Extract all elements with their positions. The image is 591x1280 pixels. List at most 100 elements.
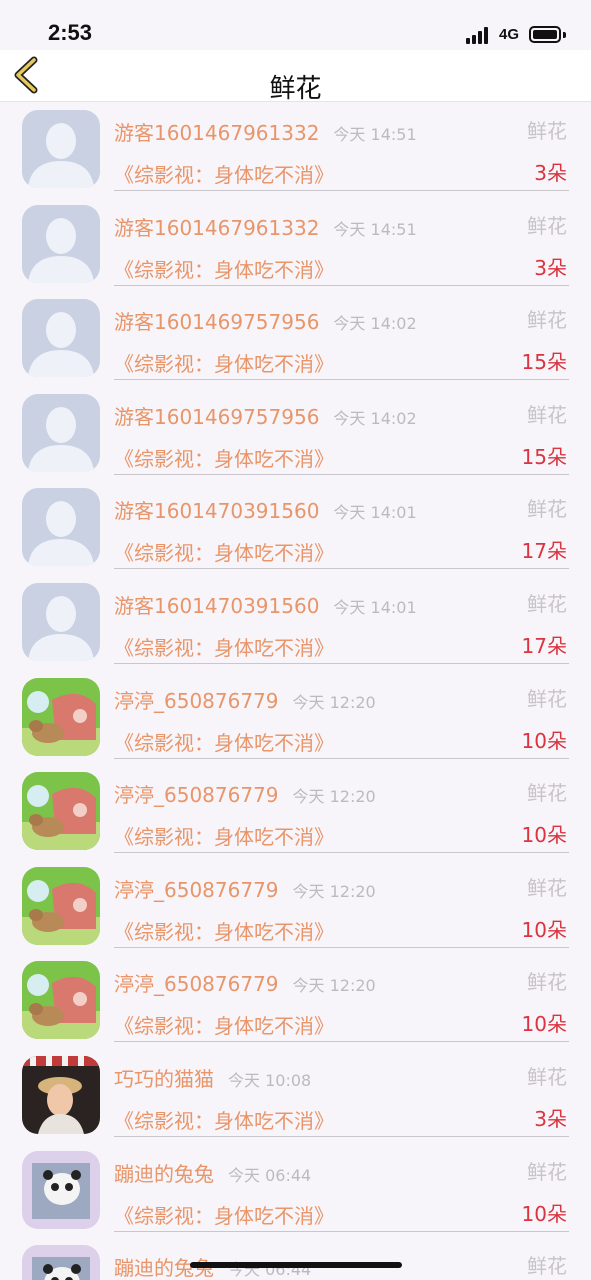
divider xyxy=(114,852,569,854)
panda-photo xyxy=(22,1245,100,1280)
user-name: 游客1601469757956 今天 14:02 xyxy=(114,306,417,335)
divider xyxy=(114,946,569,948)
gift-count: 15朵 xyxy=(521,444,567,469)
list-item[interactable]: 渟渟_650876779 今天 12:20 鲜花 《综影视：身体吃不消》 10朵 xyxy=(0,764,591,859)
divider xyxy=(114,568,569,570)
home-indicator[interactable] xyxy=(190,1262,402,1268)
rabbit-photo xyxy=(22,677,100,756)
avatar[interactable] xyxy=(22,110,100,188)
user-name-text: 渟渟_650876779 xyxy=(114,688,279,713)
rabbit-photo xyxy=(22,961,100,1040)
list-item[interactable]: 游客1601470391560 今天 14:01 鲜花 《综影视：身体吃不消》 17朵 xyxy=(0,575,591,670)
list-item[interactable]: 蹦迪的兔兔 今天 06:44 鲜花《综影视：身体吃不消》 10朵 xyxy=(0,1143,591,1238)
user-name-text: 蹦迪的兔兔 xyxy=(114,1256,214,1280)
divider xyxy=(114,1230,569,1232)
avatar[interactable] xyxy=(22,1245,100,1280)
user-name-text: 游客1601469757956 xyxy=(114,404,320,429)
gift-count: 10朵 xyxy=(521,823,567,848)
timestamp: 今天 14:51 xyxy=(333,219,417,239)
user-name: 蹦迪的兔兔 今天 06:44 xyxy=(114,1158,311,1187)
book-title: 《综影视：身体吃不消》 xyxy=(114,1203,334,1228)
list-item[interactable]: 游客1601467961332 今天 14:51 鲜花 《综影视：身体吃不消》 3朵 xyxy=(0,197,591,292)
list-item[interactable]: 蹦迪的兔兔 今天 06:44 鲜花 xyxy=(0,1237,591,1280)
avatar[interactable] xyxy=(22,866,100,945)
timestamp: 今天 14:51 xyxy=(333,125,417,144)
list-item[interactable]: 游客1601469757956 今天 14:02 鲜花《综影视：身体吃不消》 15朵 xyxy=(0,291,591,386)
avatar[interactable] xyxy=(22,582,100,661)
gift-type: 鲜花 xyxy=(527,402,567,427)
avatar[interactable] xyxy=(22,1150,100,1229)
user-name-text: 渟渟_650876779 xyxy=(114,972,279,997)
divider xyxy=(114,662,569,664)
gift-type: 鲜花 xyxy=(527,1254,567,1279)
timestamp: 今天 14:02 xyxy=(333,314,417,334)
gift-count: 10朵 xyxy=(521,728,567,753)
gift-type: 鲜花 xyxy=(527,308,567,333)
list-item[interactable]: 游客1601470391560 今天 14:01 鲜花 《综影视：身体吃不消》 17朵 xyxy=(0,480,591,575)
list-item[interactable]: 巧巧的猫猫 今天 10:08 鲜花《综影视：身体吃不消》 3朵 xyxy=(0,1048,591,1143)
status-bar: 2:53 4G xyxy=(0,0,591,50)
status-time: 2:53 xyxy=(48,20,93,45)
book-title: 《综影视：身体吃不消》 xyxy=(114,352,334,377)
book-title: 《综影视：身体吃不消》 xyxy=(114,919,334,944)
user-name: 游客1601467961332 今天 14:51 xyxy=(114,212,417,241)
gift-count: 10朵 xyxy=(521,917,567,942)
gift-count: 10朵 xyxy=(521,1012,567,1037)
divider xyxy=(114,757,569,759)
gift-count: 10朵 xyxy=(521,1201,567,1226)
user-name-text: 巧巧的猫猫 xyxy=(114,1066,214,1091)
gift-type: 鲜花 xyxy=(527,1064,567,1089)
divider xyxy=(114,284,569,286)
timestamp: 今天 06:44 xyxy=(228,1165,312,1185)
gift-type: 鲜花 xyxy=(527,970,567,995)
divider xyxy=(114,473,569,475)
gift-count: 17朵 xyxy=(521,633,567,658)
default-person-icon xyxy=(22,204,100,283)
avatar[interactable] xyxy=(22,677,100,756)
gift-count: 15朵 xyxy=(521,350,567,375)
avatar[interactable] xyxy=(22,299,100,378)
user-name-text: 渟渟_650876779 xyxy=(114,783,279,808)
gift-count: 3朵 xyxy=(534,1106,567,1131)
gift-count: 17朵 xyxy=(521,539,567,564)
avatar[interactable] xyxy=(22,393,100,472)
timestamp: 今天 12:20 xyxy=(292,976,376,996)
gift-count: 3朵 xyxy=(534,255,567,280)
gift-record-list: 游客1601467961332 今天 14:51 鲜花 《综影视：身体吃不消》 3朵 游客… xyxy=(0,102,591,1280)
signal-strength-icon xyxy=(466,27,492,44)
user-name: 渟渟_650876779 今天 12:20 xyxy=(114,874,376,903)
default-person-icon xyxy=(22,393,100,472)
timestamp: 今天 14:02 xyxy=(333,408,417,428)
book-title: 《综影视：身体吃不消》 xyxy=(114,257,334,282)
user-name: 游客1601470391560 今天 14:01 xyxy=(114,495,417,524)
divider xyxy=(114,379,569,381)
list-item[interactable]: 游客1601469757956 今天 14:02 鲜花 《综影视：身体吃不消》 15朵 xyxy=(0,386,591,481)
user-name: 渟渟_650876779 今天 12:20 xyxy=(114,779,376,808)
gift-type: 鲜花 xyxy=(527,497,567,522)
book-title: 《综影视：身体吃不消》 xyxy=(114,1014,334,1039)
avatar[interactable] xyxy=(22,772,100,851)
avatar[interactable] xyxy=(22,961,100,1040)
list-item[interactable]: 渟渟_650876779 今天 12:20 鲜花 《综影视：身体吃不消》 10朵 xyxy=(0,859,591,954)
avatar[interactable] xyxy=(22,204,100,283)
list-item[interactable]: 渟渟_650876779 今天 12:20 鲜花 《综影视：身体吃不消》 10朵 xyxy=(0,670,591,765)
battery-cap xyxy=(563,32,566,38)
avatar[interactable] xyxy=(22,488,100,567)
avatar[interactable] xyxy=(22,1055,100,1134)
gift-type: 鲜花 xyxy=(527,781,567,806)
gift-type: 鲜花 xyxy=(527,119,567,143)
user-name-text: 蹦迪的兔兔 xyxy=(114,1161,214,1186)
book-title: 《综影视：身体吃不消》 xyxy=(114,1108,334,1133)
book-title: 《综影视：身体吃不消》 xyxy=(114,730,334,755)
divider xyxy=(114,1135,569,1137)
gift-type: 鲜花 xyxy=(527,1159,567,1184)
list-item[interactable]: 游客1601467961332 今天 14:51 鲜花 《综影视：身体吃不消》 3朵 xyxy=(0,102,591,197)
girl-photo xyxy=(22,1055,100,1134)
user-name-text: 游客1601467961332 xyxy=(114,215,320,240)
list-item[interactable]: 渟渟_650876779 今天 12:20 鲜花《综影视：身体吃不消》 10朵 xyxy=(0,953,591,1048)
user-name: 游客1601470391560 今天 14:01 xyxy=(114,590,417,619)
default-person-icon xyxy=(22,488,100,567)
gift-type: 鲜花 xyxy=(527,686,567,711)
user-name: 巧巧的猫猫 今天 10:08 xyxy=(114,1063,311,1092)
user-name-text: 游客1601467961332 xyxy=(114,121,320,145)
